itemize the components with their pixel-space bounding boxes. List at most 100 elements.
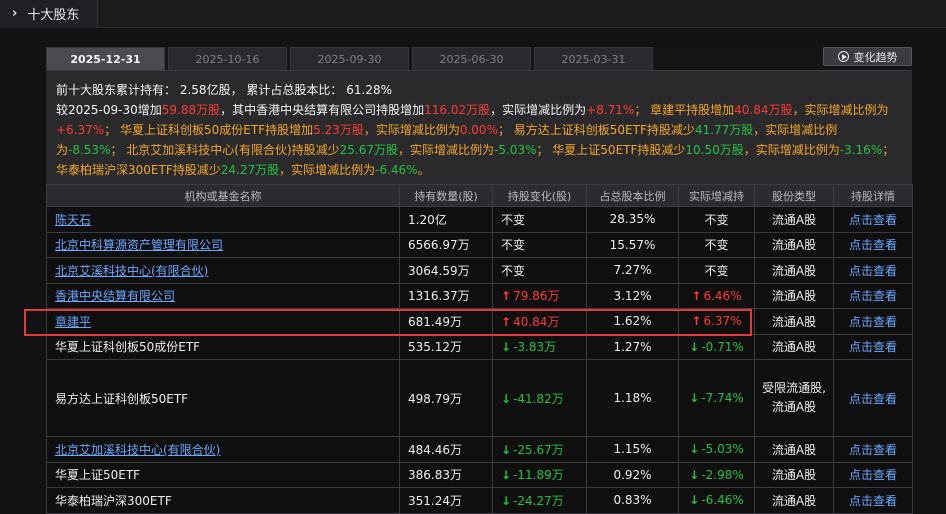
table-row: 章建平 681.49万 ↑ 40.84万 1.62% ↑ 6.37% 流通A股 点击… <box>46 308 913 335</box>
arrow-down-icon: ↓ <box>501 468 512 483</box>
holding-qty: 386.83万 <box>399 461 493 488</box>
summary-seg: ； 华夏上证科创板50成份ETF持股增加 <box>104 123 314 137</box>
share-type: 流通A股 <box>754 333 834 360</box>
real-change: 不变 <box>678 206 755 233</box>
table-row: 陈天石 1.20亿 不变 28.35% 不变 流通A股 点击查看 <box>46 206 913 233</box>
tab-2025-06-30[interactable]: 2025-06-30 <box>412 47 531 70</box>
holding-change: 40.84万 <box>513 314 560 329</box>
tab-2025-12-31[interactable]: 2025-12-31 <box>46 47 165 70</box>
detail-link[interactable]: 点击查看 <box>849 443 897 457</box>
holding-ratio: 1.15% <box>586 436 679 463</box>
detail-link[interactable]: 点击查看 <box>849 289 897 303</box>
summary-seg: ，其中香港中央结算有限公司持股增加 <box>220 103 425 117</box>
summary-changes: 较2025-09-30增加59.88万股，其中香港中央结算有限公司持股增加116… <box>56 100 902 180</box>
holding-ratio: 15.57% <box>586 231 679 258</box>
detail-link[interactable]: 点击查看 <box>849 340 897 354</box>
summary-seg: 24.27万股 <box>220 163 280 177</box>
summary-seg: 116.02万股 <box>424 103 491 117</box>
arrow-down-icon: ↓ <box>689 442 700 457</box>
share-type: 流通A股 <box>754 436 834 463</box>
summary-seg: ，实际增减比例为 <box>363 123 460 137</box>
holding-change: -3.83万 <box>513 340 557 355</box>
holder-link[interactable]: 北京中科算源资产管理有限公司 <box>55 238 223 252</box>
holder-link[interactable]: 陈天石 <box>55 213 91 227</box>
share-type: 流通A股 <box>754 282 834 309</box>
trend-button[interactable]: 变化趋势 <box>823 47 912 66</box>
detail-link[interactable]: 点击查看 <box>849 392 897 406</box>
col-header-type: 股份类型 <box>754 184 834 207</box>
holding-qty: 535.12万 <box>399 333 493 360</box>
arrow-down-icon: ↓ <box>501 391 512 406</box>
holder-link[interactable]: 北京艾加溪科技中心(有限合伙) <box>55 443 220 457</box>
real-change: -5.03% <box>701 442 744 457</box>
table-row: 北京艾溪科技中心(有限合伙) 3064.59万 不变 7.27% 不变 流通A股… <box>46 257 913 284</box>
page-header: › 十大股东 <box>0 0 946 28</box>
table-row: 易方达上证科创板50ETF 498.79万 ↓ -41.82万 1.18% ↓ -7… <box>46 359 913 437</box>
col-header-name: 机构或基金名称 <box>46 184 400 207</box>
table-row: 华夏上证50ETF 386.83万 ↓ -11.89万 0.92% ↓ -2.98%… <box>46 461 913 488</box>
shareholders-panel: 2025-12-31 2025-10-16 2025-09-30 2025-06… <box>46 47 913 514</box>
real-change: -2.98% <box>701 467 744 482</box>
summary-seg: -8.53% <box>68 143 111 157</box>
detail-link[interactable]: 点击查看 <box>849 494 897 508</box>
date-tabs: 2025-12-31 2025-10-16 2025-09-30 2025-06… <box>46 47 656 70</box>
summary-seg: ； 华夏上证50ETF持股减少 <box>536 143 686 157</box>
table-row: 华泰柏瑞沪深300ETF 351.24万 ↓ -24.27万 0.83% ↓ -6.… <box>46 487 913 514</box>
share-type: 流通A股 <box>754 231 834 258</box>
detail-link[interactable]: 点击查看 <box>849 315 897 329</box>
tab-2025-09-30[interactable]: 2025-09-30 <box>290 47 409 70</box>
shareholders-table: 机构或基金名称 持有数量(股) 持股变化(股) 占总股本比例 实际增减持 股份类… <box>46 184 913 514</box>
summary-seg: ； 北京艾加溪科技中心(有限合伙)持股减少 <box>110 143 340 157</box>
holder-link[interactable]: 章建平 <box>55 315 91 329</box>
holding-ratio: 1.27% <box>586 333 679 360</box>
summary-seg: ； 易方达上证科创板50ETF持股减少 <box>497 123 695 137</box>
detail-link[interactable]: 点击查看 <box>849 264 897 278</box>
detail-link[interactable]: 点击查看 <box>849 468 897 482</box>
summary-seg: 5.23万股 <box>313 123 364 137</box>
share-type: 流通A股 <box>754 487 834 514</box>
section-header[interactable]: › 十大股东 <box>0 0 99 28</box>
holder-name: 华泰柏瑞沪深300ETF <box>46 487 400 514</box>
tab-2025-03-31[interactable]: 2025-03-31 <box>534 47 653 70</box>
col-header-ratio: 占总股本比例 <box>586 184 679 207</box>
holding-qty: 351.24万 <box>399 487 493 514</box>
table-row: 华夏上证科创板50成份ETF 535.12万 ↓ -3.83万 1.27% ↓ -0… <box>46 333 913 360</box>
holding-qty: 484.46万 <box>399 436 493 463</box>
col-header-qty: 持有数量(股) <box>399 184 493 207</box>
summary-seg: ； 章建平持股增加 <box>634 103 735 117</box>
detail-link[interactable]: 点击查看 <box>849 213 897 227</box>
holding-qty: 1316.37万 <box>399 282 493 309</box>
summary-label-2: 累计占总股本比： <box>246 83 343 97</box>
arrow-down-icon: ↓ <box>501 493 512 508</box>
real-change: 6.37% <box>703 314 742 329</box>
detail-link[interactable]: 点击查看 <box>849 238 897 252</box>
arrow-down-icon: ↓ <box>501 340 512 355</box>
real-change: 不变 <box>678 257 755 284</box>
table-row: 香港中央结算有限公司 1316.37万 ↑ 79.86万 3.12% ↑ 6.46%… <box>46 282 913 309</box>
summary-seg: 25.67万股 <box>339 143 399 157</box>
holder-link[interactable]: 北京艾溪科技中心(有限合伙) <box>55 264 208 278</box>
summary-seg: ，实际增减比例为 <box>279 163 376 177</box>
summary-label: 前十大股东累计持有： <box>56 83 177 97</box>
holder-name: 华夏上证50ETF <box>46 461 400 488</box>
holding-change: 不变 <box>492 257 587 284</box>
share-type: 流通A股 <box>754 461 834 488</box>
summary-seg: ， <box>792 103 805 117</box>
summary-seg: 实际增减比例为 <box>804 103 889 117</box>
summary-seg: ，实际增减比例为 <box>743 143 840 157</box>
holding-change: 不变 <box>492 231 587 258</box>
trend-button-label: 变化趋势 <box>853 50 898 64</box>
real-change: 不变 <box>678 231 755 258</box>
real-change: -7.74% <box>701 391 744 405</box>
tab-2025-10-16[interactable]: 2025-10-16 <box>168 47 287 70</box>
summary-seg: 较2025-09-30增加 <box>56 103 162 117</box>
arrow-down-icon: ↓ <box>689 493 700 508</box>
holder-link[interactable]: 香港中央结算有限公司 <box>55 289 175 303</box>
holding-ratio: 1.62% <box>586 308 679 335</box>
arrow-up-icon: ↑ <box>501 289 512 304</box>
share-type: 流通A股 <box>754 257 834 284</box>
arrow-up-icon: ↑ <box>691 314 702 329</box>
holding-qty: 6566.97万 <box>399 231 493 258</box>
holding-change: -24.27万 <box>513 493 564 508</box>
share-type: 受限流通股,流通A股 <box>754 359 834 437</box>
